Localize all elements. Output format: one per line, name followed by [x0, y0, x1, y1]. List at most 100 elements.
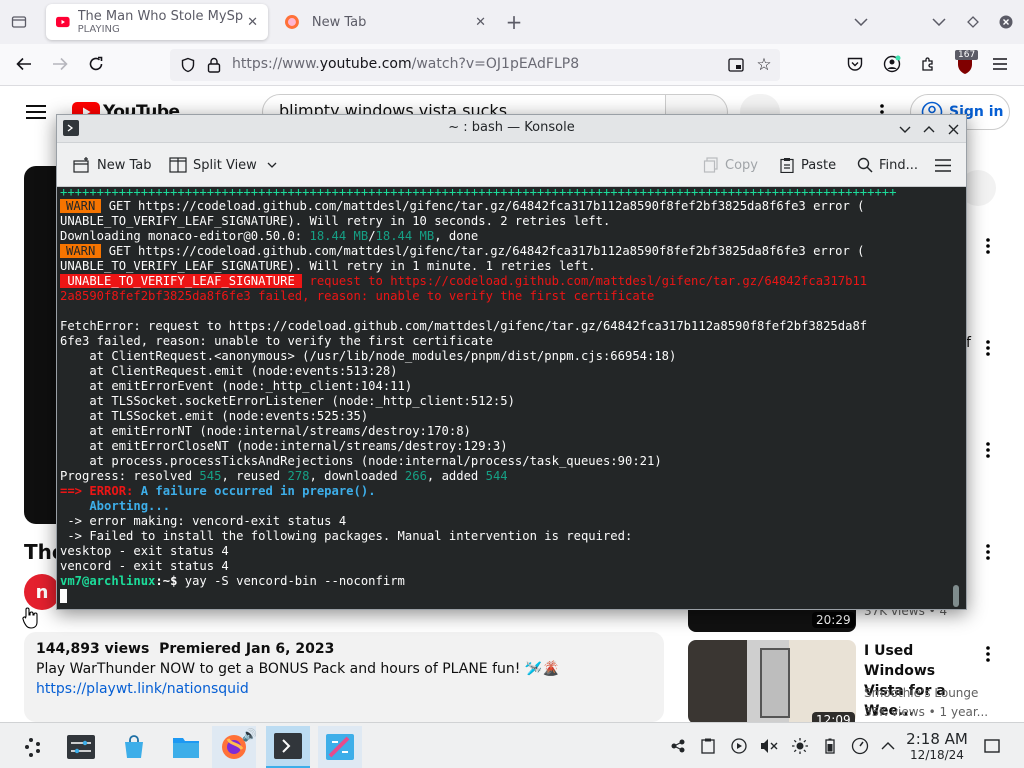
chevron-down-icon[interactable] — [267, 162, 277, 168]
url-text[interactable]: https://www.youtube.com/watch?v=OJ1pEAdF… — [232, 56, 579, 72]
back-arrow-icon[interactable] — [12, 52, 36, 76]
stack-line: at emitErrorCloseNT (node:internal/strea… — [60, 439, 508, 453]
rec-more-dots-icon[interactable] — [976, 642, 1000, 666]
terminal-line: Progress: resolved 545, reused 278, down… — [60, 469, 962, 484]
new-tab-plus-icon[interactable]: + — [503, 10, 525, 34]
reload-icon[interactable] — [84, 52, 108, 76]
hamburger-menu-icon[interactable] — [933, 155, 953, 175]
rec-more-dots-icon[interactable] — [976, 336, 1000, 360]
bookmark-star-icon[interactable]: ☆ — [754, 55, 774, 75]
clock-time[interactable]: 2:18 AM — [904, 730, 970, 748]
konsole-window[interactable]: ~ : bash — Konsole New Tab Split View Co… — [56, 114, 967, 610]
show-desktop-icon[interactable] — [982, 736, 1002, 756]
new-tab-label: New Tab — [97, 157, 152, 173]
discover-store-icon[interactable] — [112, 726, 156, 768]
close-icon[interactable]: ✕ — [247, 15, 258, 30]
rec-more-dots-icon[interactable] — [976, 438, 1000, 462]
kde-connect-icon[interactable] — [668, 736, 688, 756]
find-button[interactable]: Find... — [857, 155, 918, 175]
terminal-text: 18.44 MB — [309, 229, 369, 243]
terminal-text: A failure occurred in prepare(). — [133, 484, 376, 498]
stack-line: at TLSSocket.socketErrorListener (node:_… — [60, 394, 515, 408]
paste-label: Paste — [801, 157, 837, 173]
url-domain: youtube.com — [319, 56, 412, 72]
terminal-line: Downloading monaco-editor@0.50.0: 18.44 … — [60, 229, 962, 244]
volume-muted-icon[interactable] — [759, 736, 779, 756]
account-icon[interactable] — [881, 53, 903, 75]
paste-button[interactable]: Paste — [779, 155, 836, 175]
app-taskbar-icon[interactable] — [318, 726, 362, 768]
window-minimize-icon[interactable] — [928, 11, 950, 33]
maximize-chevron-icon[interactable] — [919, 119, 939, 139]
app-launcher-icon[interactable] — [12, 726, 56, 768]
close-icon[interactable] — [943, 119, 963, 139]
tab-youtube[interactable]: The Man Who Stole MySp PLAYING ✕ — [46, 4, 268, 40]
forward-arrow-icon[interactable] — [48, 52, 72, 76]
rec-channel[interactable]: Smoothie's Lounge — [864, 686, 978, 700]
tab-title: New Tab — [311, 14, 367, 30]
firefox-icon — [284, 15, 299, 29]
extensions-icon[interactable] — [917, 53, 939, 75]
list-all-tabs-icon[interactable] — [8, 11, 30, 33]
terminal-line: -> Failed to install the following packa… — [60, 529, 633, 543]
url-bar[interactable]: https://www.youtube.com/watch?v=OJ1pEAdF… — [170, 49, 780, 81]
terminal-line — [60, 589, 962, 604]
paste-icon — [780, 158, 794, 173]
rec-more-dots-icon[interactable] — [976, 234, 1000, 258]
tab-new-tab[interactable]: New Tab ✕ — [274, 4, 496, 40]
description-link[interactable]: https://playwt.link/nationsquid — [36, 681, 249, 697]
terminal-text: , done — [434, 229, 479, 243]
terminal-line: -> error making: vencord-exit status 4 — [60, 514, 347, 528]
prompt-sep: :~$ — [155, 574, 178, 588]
channel-avatar[interactable]: n — [24, 574, 60, 610]
tray-expand-chevron-icon[interactable] — [878, 736, 898, 756]
shield-icon[interactable] — [178, 55, 198, 75]
konsole-titlebar[interactable]: ~ : bash — Konsole — [57, 115, 966, 143]
pocket-icon[interactable] — [844, 53, 866, 75]
rec-more-dots-icon[interactable] — [976, 540, 1000, 564]
media-player-icon[interactable] — [729, 736, 749, 756]
terminal-text: Downloading monaco-editor@0.50.0: — [60, 229, 310, 243]
stack-line: at process.processTicksAndRejections (no… — [60, 454, 662, 468]
url-path: /watch?v=OJ1pEAdFLP8 — [411, 56, 580, 72]
battery-icon[interactable] — [820, 736, 840, 756]
minimize-chevron-icon[interactable] — [895, 119, 915, 139]
tab-playing-label: PLAYING — [77, 24, 120, 35]
split-view-button[interactable]: Split View — [169, 155, 277, 175]
yt-menu-icon[interactable] — [24, 100, 48, 124]
terminal-text: ==> — [60, 484, 83, 498]
clock-date[interactable]: 12/18/24 — [904, 748, 970, 762]
terminal-line: 6fe3 failed, reason: unable to verify th… — [60, 334, 493, 348]
terminal-text: 278 — [287, 469, 310, 483]
picture-in-picture-icon[interactable] — [726, 55, 746, 75]
lock-icon[interactable] — [204, 55, 224, 75]
terminal-line: vesktop - exit status 4 — [60, 544, 229, 558]
stack-line: at ClientRequest.<anonymous> (/usr/lib/n… — [60, 349, 677, 363]
system-settings-icon[interactable] — [59, 726, 103, 768]
terminal-text: request to https://codeload.github.com/m… — [302, 274, 868, 288]
window-close-icon[interactable] — [995, 11, 1017, 33]
clipboard-icon[interactable] — [698, 736, 718, 756]
new-tab-button[interactable]: New Tab — [73, 155, 152, 175]
terminal-scrollbar[interactable] — [953, 585, 959, 607]
extension-badge: 167 — [955, 50, 979, 60]
chevron-down-icon[interactable] — [850, 11, 872, 33]
hamburger-menu-icon[interactable] — [989, 53, 1011, 75]
copy-button[interactable]: Copy — [703, 155, 758, 175]
performance-gauge-icon[interactable] — [850, 736, 870, 756]
terminal-text: Progress: resolved — [60, 469, 200, 483]
firefox-taskbar-icon[interactable]: 🔊 — [212, 726, 257, 768]
close-icon[interactable]: ✕ — [475, 15, 486, 30]
brightness-icon[interactable] — [790, 736, 810, 756]
konsole-taskbar-icon[interactable] — [266, 726, 310, 768]
terminal-line: vencord - exit status 4 — [60, 559, 229, 573]
text-cursor — [60, 589, 67, 603]
window-maximize-icon[interactable] — [962, 11, 984, 33]
dolphin-folder-icon[interactable] — [164, 726, 208, 768]
terminal-output[interactable]: ++++++++++++++++++++++++++++++++++++++++… — [57, 187, 966, 609]
audio-playing-icon: 🔊 — [242, 728, 257, 742]
prompt-line[interactable]: vm7@archlinux:~$ yay -S vencord-bin --no… — [60, 574, 962, 589]
terminal-line: 2a8590f8fef2bf3825da8f6fe3 failed, reaso… — [60, 289, 655, 303]
terminal-text: GET https://codeload.github.com/mattdesl… — [101, 244, 865, 258]
